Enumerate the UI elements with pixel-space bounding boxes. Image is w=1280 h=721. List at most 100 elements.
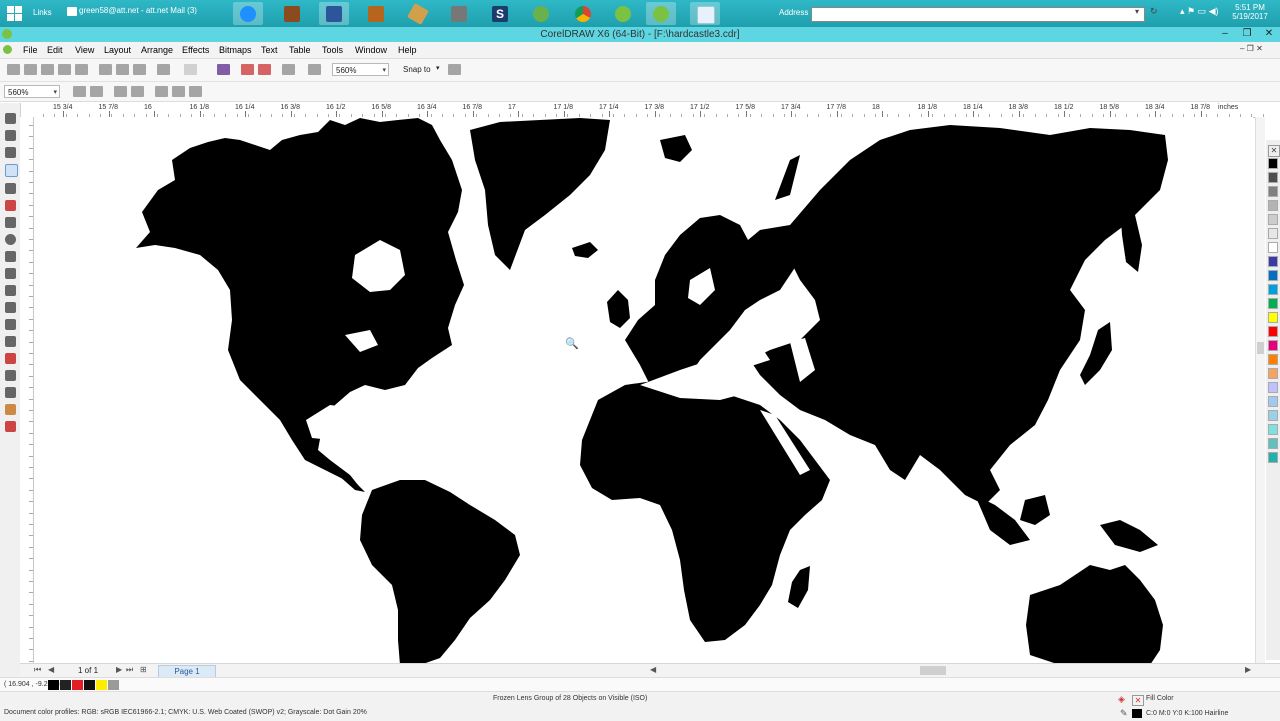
corel-green-taskbar-button-2[interactable] xyxy=(646,2,676,25)
menu-text[interactable]: Text xyxy=(261,45,278,55)
menu-effects[interactable]: Effects xyxy=(182,45,209,55)
fill-tool-icon[interactable] xyxy=(5,421,16,432)
vertical-ruler[interactable] xyxy=(20,117,34,663)
ellipse-tool-icon[interactable] xyxy=(5,234,16,245)
zoom-width-icon[interactable] xyxy=(172,86,185,97)
menu-edit[interactable]: Edit xyxy=(47,45,63,55)
application-launcher-icon[interactable] xyxy=(282,64,295,75)
links-label[interactable]: Links xyxy=(33,8,52,17)
badge-taskbar-button[interactable] xyxy=(277,2,307,25)
color-swatch[interactable] xyxy=(1268,410,1278,421)
address-dropdown-icon[interactable]: ▾ xyxy=(1135,7,1139,16)
zoom-selected-icon[interactable] xyxy=(114,86,127,97)
scroll-left-icon[interactable]: ◀ xyxy=(650,665,656,674)
connector-tool-icon[interactable] xyxy=(5,336,16,347)
tray-icons[interactable]: ▴ ⚑ ▭ ◀) xyxy=(1180,6,1219,17)
document-color-swatch[interactable] xyxy=(108,680,119,690)
menu-window[interactable]: Window xyxy=(355,45,387,55)
color-swatch[interactable] xyxy=(1268,214,1278,225)
welcome-screen-icon[interactable] xyxy=(308,64,321,75)
snap-to-label[interactable]: Snap to xyxy=(403,65,431,74)
zoom-in-icon[interactable] xyxy=(73,86,86,97)
zoom-height-icon[interactable] xyxy=(189,86,202,97)
no-color-swatch[interactable]: ✕ xyxy=(1268,145,1280,157)
mail-tab-label[interactable]: green58@att.net - att.net Mail (3) xyxy=(79,6,197,15)
color-swatch[interactable] xyxy=(1268,424,1278,435)
horizontal-scrollbar-thumb[interactable] xyxy=(920,666,946,675)
snap-to-dropdown-icon[interactable]: ▾ xyxy=(436,64,440,72)
menu-layout[interactable]: Layout xyxy=(104,45,131,55)
menu-table[interactable]: Table xyxy=(289,45,311,55)
color-swatch[interactable] xyxy=(1268,298,1278,309)
save-icon[interactable] xyxy=(41,64,54,75)
color-profile-info[interactable]: Document color profiles: RGB: sRGB IEC61… xyxy=(4,709,367,716)
text-tool-icon[interactable] xyxy=(5,285,16,296)
printer-taskbar-button[interactable] xyxy=(444,2,474,25)
add-page-icon[interactable]: ⊞ xyxy=(140,665,147,674)
smart-fill-tool-icon[interactable] xyxy=(5,200,16,211)
outline-color-swatch[interactable] xyxy=(1132,709,1142,718)
outline-tool-icon[interactable] xyxy=(5,404,16,415)
zoom-level-select[interactable]: 560% ▾ xyxy=(332,63,389,76)
print-merge-icon[interactable] xyxy=(75,64,88,75)
rectangle-tool-icon[interactable] xyxy=(5,217,16,228)
crop-tool-icon[interactable] xyxy=(5,147,16,158)
color-swatch[interactable] xyxy=(1268,312,1278,323)
world-map-graphic[interactable] xyxy=(34,117,1253,663)
internet-explorer-taskbar-button[interactable] xyxy=(233,2,263,25)
blank-doc-taskbar-button[interactable] xyxy=(690,2,720,25)
restore-button[interactable]: ❐ xyxy=(1236,28,1258,40)
dimension-tool-icon[interactable] xyxy=(5,319,16,330)
table-tool-icon[interactable] xyxy=(5,302,16,313)
color-swatch[interactable] xyxy=(1268,438,1278,449)
color-swatch[interactable] xyxy=(1268,340,1278,351)
last-page-icon[interactable]: ⏭ xyxy=(126,665,133,675)
zoom-out-icon[interactable] xyxy=(90,86,103,97)
zoom-page-icon[interactable] xyxy=(155,86,168,97)
vertical-scrollbar[interactable] xyxy=(1255,117,1265,663)
new-document-icon[interactable] xyxy=(7,64,20,75)
menu-arrange[interactable]: Arrange xyxy=(141,45,173,55)
copy-icon[interactable] xyxy=(116,64,129,75)
search-content-icon[interactable] xyxy=(217,64,230,75)
vertical-scrollbar-thumb[interactable] xyxy=(1257,342,1264,354)
color-swatch[interactable] xyxy=(1268,284,1278,295)
basic-shapes-tool-icon[interactable] xyxy=(5,268,16,279)
menu-help[interactable]: Help xyxy=(398,45,417,55)
refresh-icon[interactable]: ↻ xyxy=(1150,6,1158,17)
transparency-tool-icon[interactable] xyxy=(5,370,16,381)
color-swatch[interactable] xyxy=(1268,172,1278,183)
horizontal-ruler[interactable]: 15 3/4 15 7/8 16 16 1/8 16 1/4 16 3/8 16 1/2 16… xyxy=(33,103,1265,118)
minimize-button[interactable]: – xyxy=(1214,28,1236,40)
document-color-swatch[interactable] xyxy=(72,680,83,690)
first-page-icon[interactable]: ⏮ xyxy=(34,665,41,675)
document-icon[interactable] xyxy=(3,45,12,54)
color-swatch[interactable] xyxy=(1268,270,1278,281)
zoom-levels-select[interactable]: 560% ▾ xyxy=(4,85,60,98)
drawing-canvas[interactable] xyxy=(34,117,1253,663)
document-color-swatch[interactable] xyxy=(96,680,107,690)
color-swatch[interactable] xyxy=(1268,158,1278,169)
windows-start-icon[interactable] xyxy=(7,6,23,22)
color-swatch[interactable] xyxy=(1268,186,1278,197)
chrome-taskbar-button[interactable] xyxy=(568,2,598,25)
next-page-icon[interactable]: ▶ xyxy=(116,665,122,674)
pick-tool-icon[interactable] xyxy=(5,113,16,124)
import-icon[interactable] xyxy=(241,64,254,75)
freehand-tool-icon[interactable] xyxy=(5,183,16,194)
document-color-swatch[interactable] xyxy=(48,680,59,690)
color-swatch[interactable] xyxy=(1268,200,1278,211)
no-fill-swatch[interactable]: ✕ xyxy=(1132,695,1144,706)
clock[interactable]: 5:51 PM 5/19/2017 xyxy=(1228,3,1272,21)
options-icon[interactable] xyxy=(448,64,461,75)
word-taskbar-button[interactable] xyxy=(319,2,349,25)
color-swatch[interactable] xyxy=(1268,242,1278,253)
eyedropper-tool-icon[interactable] xyxy=(5,387,16,398)
paste-icon[interactable] xyxy=(133,64,146,75)
export-icon[interactable] xyxy=(258,64,271,75)
document-color-swatch[interactable] xyxy=(84,680,95,690)
s-app-taskbar-button[interactable]: S xyxy=(485,2,515,25)
zoom-all-icon[interactable] xyxy=(131,86,144,97)
color-swatch[interactable] xyxy=(1268,382,1278,393)
menu-bitmaps[interactable]: Bitmaps xyxy=(219,45,252,55)
